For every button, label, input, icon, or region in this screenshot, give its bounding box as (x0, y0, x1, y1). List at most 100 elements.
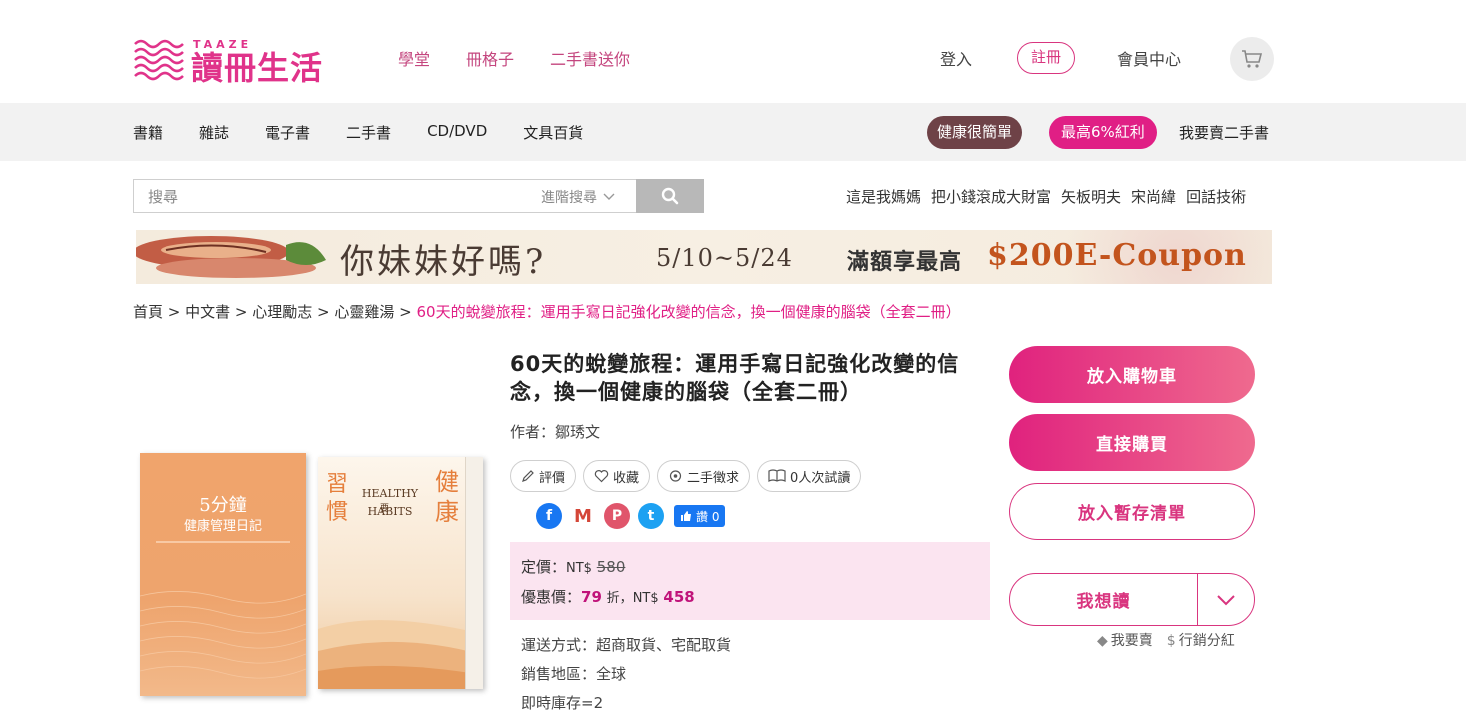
want-to-read-dropdown[interactable] (1198, 574, 1254, 625)
site-logo[interactable]: TAAZE 讀冊生活 (133, 34, 333, 88)
trial-read-label: 0人次試讀 (790, 470, 851, 486)
heart-icon (594, 470, 609, 483)
add-to-wishlist-button[interactable]: 放入暫存清單 (1009, 483, 1255, 540)
book2-en-title: HEALTHY HABITS (361, 487, 419, 518)
pencil-icon (522, 470, 534, 482)
promo-banner[interactable]: 你妹妹好嗎? 5/10~5/24 滿額享最高 $200E-Coupon (136, 230, 1272, 284)
plurk-icon[interactable]: P (604, 503, 630, 529)
secondhand-request-button[interactable]: 二手徵求 (657, 460, 751, 492)
hot-keyword[interactable]: 把小錢滾成大財富 (931, 186, 1051, 207)
buy-now-button[interactable]: 直接購買 (1009, 414, 1255, 471)
breadcrumb-item[interactable]: 中文書 (185, 303, 230, 321)
sell-link-label: 我要賣 (1110, 633, 1153, 649)
list-price-label: 定價： (521, 558, 567, 576)
review-button[interactable]: 評價 (510, 460, 577, 492)
banner-dates: 5/10~5/24 (656, 244, 793, 272)
top-nav-item-giveaway[interactable]: 二手書送你 (550, 46, 630, 70)
review-label: 評價 (539, 470, 566, 486)
currency-label: NT$ (632, 591, 659, 606)
list-price-value: 580 (596, 558, 626, 576)
search-button[interactable] (636, 179, 704, 213)
banner-illustration (136, 236, 326, 278)
book2-mid: 要 (380, 504, 390, 514)
sale-price-row: 優惠價：79 折，NT$ 458 (521, 586, 695, 607)
hot-keyword[interactable]: 矢板明夫 (1061, 186, 1121, 207)
book2-zh-left: 習慣 (326, 472, 349, 525)
sell-link[interactable]: ◆ 我要賣 (1097, 630, 1153, 650)
want-to-read-control: 我想讀 (1009, 573, 1255, 626)
breadcrumb: 首頁 > 中文書 > 心理勵志 > 心靈雞湯 > 60天的蛻變旅程：運用手寫日記… (133, 303, 961, 321)
category-books[interactable]: 書籍 (133, 122, 163, 143)
author-link[interactable]: 鄒琇文 (555, 423, 600, 441)
facebook-like-label: 讚 0 (696, 509, 720, 524)
gmail-icon[interactable]: M (570, 503, 596, 529)
category-stationery[interactable]: 文具百貨 (523, 122, 583, 143)
category-ebooks[interactable]: 電子書 (265, 122, 310, 143)
login-link[interactable]: 登入 (940, 46, 972, 70)
product-image-book1[interactable]: 5分鐘 健康管理日記 (140, 453, 306, 696)
breadcrumb-item[interactable]: 心靈雞湯 (334, 303, 394, 321)
list-price-row: 定價：NT$ 580 (521, 556, 625, 577)
facebook-icon[interactable]: f (536, 503, 562, 529)
banner-coupon: $200E-Coupon (987, 238, 1247, 273)
trial-read-button[interactable]: 0人次試讀 (757, 460, 862, 492)
category-nav: 書籍 雜誌 電子書 二手書 CD/DVD 文具百貨 (133, 122, 619, 143)
top-nav-item-booth[interactable]: 冊格子 (466, 46, 514, 70)
register-button[interactable]: 註冊 (1017, 42, 1075, 74)
search-placeholder: 搜尋 (148, 188, 179, 206)
hot-keyword[interactable]: 宋尚緯 (1131, 186, 1176, 207)
category-secondhand[interactable]: 二手書 (346, 122, 391, 143)
twitter-icon[interactable]: t (638, 503, 664, 529)
want-to-read-button[interactable]: 我想讀 (1010, 574, 1198, 625)
hot-keyword[interactable]: 回話技術 (1186, 186, 1246, 207)
breadcrumb-item[interactable]: 心理勵志 (252, 303, 312, 321)
advanced-search-dropdown[interactable]: 進階搜尋 (541, 187, 615, 207)
chevron-down-icon (1217, 594, 1235, 605)
currency-label: NT$ (566, 561, 592, 576)
category-cd-dvd[interactable]: CD/DVD (427, 122, 487, 143)
shipping-method: 運送方式：超商取貨、宅配取貨 (521, 636, 732, 654)
extra-links: ◆ 我要賣 $ 行銷分紅 (1097, 630, 1235, 650)
book1-subtitle: 健康管理日記 (183, 519, 262, 534)
logo-text-zh: 讀冊生活 (191, 48, 324, 87)
price-box (510, 542, 990, 620)
health-promo-pill[interactable]: 健康很簡單 (927, 116, 1023, 149)
favorite-label: 收藏 (613, 470, 640, 486)
sale-price-label: 優惠價： (521, 588, 582, 606)
discount-value: 79 (581, 588, 602, 606)
advanced-search-label: 進階搜尋 (541, 190, 597, 206)
book2-spine (465, 457, 483, 689)
bonus-promo-pill[interactable]: 最高6%紅利 (1049, 116, 1157, 149)
top-nav-item-academy[interactable]: 學堂 (398, 46, 430, 70)
tag-icon: ◆ (1097, 633, 1108, 649)
sales-region: 銷售地區：全球 (521, 665, 627, 683)
secondhand-request-label: 二手徵求 (687, 470, 740, 486)
search-icon (661, 187, 679, 205)
member-center-link[interactable]: 會員中心 (1117, 46, 1181, 70)
recycle-icon (669, 470, 682, 482)
breadcrumb-item[interactable]: 首頁 (133, 303, 163, 321)
add-to-cart-button[interactable]: 放入購物車 (1009, 346, 1255, 403)
shipping-info: 運送方式：超商取貨、宅配取貨 銷售地區：全球 即時庫存=2 (521, 631, 731, 718)
book1-title: 5分鐘 (199, 495, 247, 516)
product-image-book2[interactable]: 習慣 健康 HEALTHY HABITS 要 (318, 457, 483, 689)
hot-keyword[interactable]: 這是我媽媽 (846, 186, 921, 207)
sell-secondhand-link[interactable]: 我要賣二手書 (1179, 122, 1269, 143)
facebook-like-button[interactable]: 讚 0 (674, 505, 726, 527)
logo-waves-icon (134, 39, 184, 81)
book1-divider (156, 541, 290, 543)
coin-icon: $ (1166, 633, 1176, 649)
hot-keywords: 這是我媽媽 把小錢滾成大財富 矢板明夫 宋尚緯 回話技術 (846, 186, 1246, 207)
favorite-button[interactable]: 收藏 (583, 460, 651, 492)
banner-handwritten: 你妹妹好嗎? (340, 242, 547, 282)
sale-price-value: 458 (663, 588, 695, 606)
breadcrumb-current: 60天的蛻變旅程：運用手寫日記強化改變的信念，換一個健康的腦袋（全套二冊） (416, 303, 961, 321)
category-magazines[interactable]: 雜誌 (199, 122, 229, 143)
cart-button[interactable] (1230, 37, 1274, 81)
product-title: 60天的蛻變旅程：運用手寫日記強化改變的信念，換一個健康的腦袋（全套二冊） (510, 352, 960, 404)
top-nav: 學堂 冊格子 二手書送你 (398, 46, 630, 70)
affiliate-link[interactable]: $ 行銷分紅 (1167, 630, 1235, 650)
chevron-down-icon (603, 193, 615, 200)
book1-wave-art (140, 591, 306, 679)
affiliate-link-label: 行銷分紅 (1178, 633, 1235, 649)
